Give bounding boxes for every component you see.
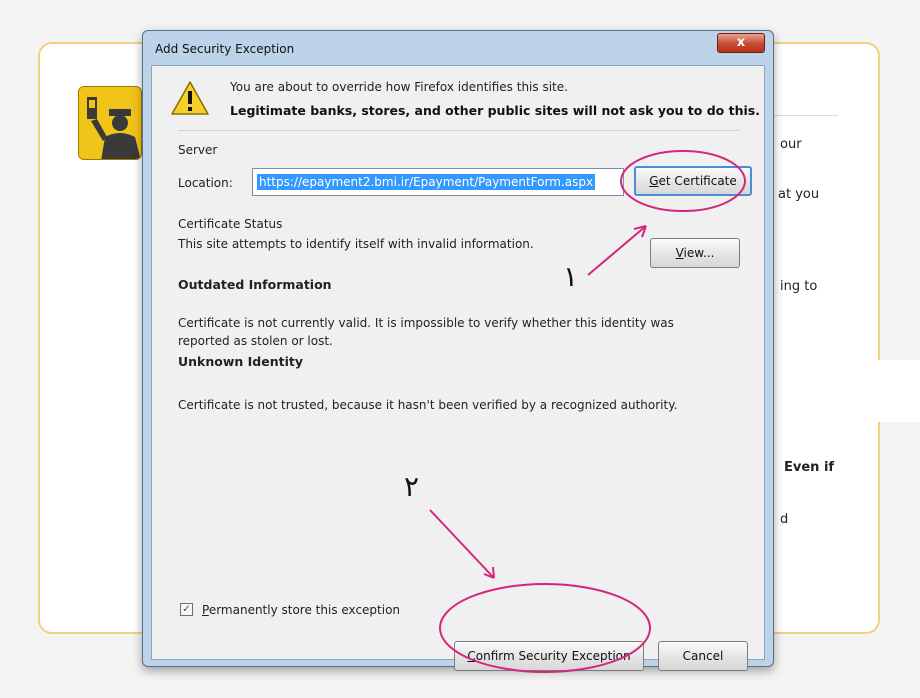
label-text: ermanently store this exception: [208, 603, 401, 617]
warning-message-bold: Legitimate banks, stores, and other publ…: [230, 103, 760, 118]
button-mnemonic: V: [675, 246, 684, 260]
police-officer-icon: [78, 86, 142, 160]
add-security-exception-dialog: Add Security Exception x You are about t…: [142, 30, 774, 671]
warning-icon: [171, 81, 209, 115]
step-1-label: ١: [563, 260, 579, 293]
dialog-title: Add Security Exception: [155, 42, 295, 56]
cancel-button[interactable]: Cancel: [658, 641, 748, 671]
server-section-label: Server: [178, 143, 218, 157]
checkmark-icon: ✓: [182, 604, 191, 615]
outdated-information-heading: Outdated Information: [178, 277, 332, 292]
step-2-label: ٢: [404, 470, 420, 503]
outdated-information-text: Certificate is not currently valid. It i…: [178, 316, 674, 348]
button-mnemonic: G: [649, 174, 659, 188]
location-input[interactable]: https://epayment2.bmi.ir/Epayment/Paymen…: [252, 168, 624, 196]
button-label: Cancel: [682, 649, 724, 663]
unknown-identity-text: Certificate is not trusted, because it h…: [178, 398, 678, 412]
warning-message: You are about to override how Firefox id…: [230, 80, 568, 94]
bg-text-fragment: our: [780, 137, 802, 152]
permanent-store-checkbox[interactable]: ✓: [180, 603, 193, 616]
confirm-security-exception-button[interactable]: Confirm Security Exception: [454, 641, 644, 671]
close-icon: x: [736, 35, 746, 50]
divider: [178, 130, 740, 131]
button-mnemonic: C: [467, 649, 476, 663]
permanent-store-label[interactable]: Permanently store this exception: [202, 603, 400, 617]
location-label: Location:: [178, 176, 233, 190]
certificate-status-label: Certificate Status: [178, 217, 283, 231]
error-page-divider: [770, 115, 838, 116]
view-button[interactable]: View...: [650, 238, 740, 268]
white-strip: [876, 360, 920, 422]
bg-text-fragment: at you: [778, 187, 820, 202]
location-value: https://epayment2.bmi.ir/Epayment/Paymen…: [257, 174, 596, 190]
close-button[interactable]: x: [717, 33, 765, 53]
unknown-identity-heading: Unknown Identity: [178, 354, 304, 369]
dialog-content: You are about to override how Firefox id…: [151, 65, 765, 671]
get-certificate-button[interactable]: Get Certificate: [634, 166, 752, 196]
button-label: iew...: [683, 246, 715, 260]
bg-text-fragment: Even if: [784, 460, 835, 475]
certificate-status-text: This site attempts to identify itself wi…: [178, 237, 534, 251]
bg-text-fragment: d: [780, 512, 789, 527]
label-mnemonic: P: [202, 603, 209, 617]
button-label: et Certificate: [658, 174, 737, 188]
bg-text-fragment: ing to: [780, 279, 818, 294]
button-label: onfirm Security Exception: [475, 649, 631, 663]
